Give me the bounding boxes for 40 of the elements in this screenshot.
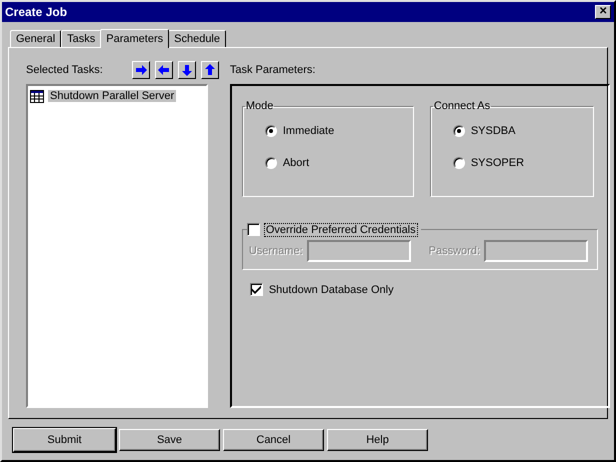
radio-option[interactable]: Immediate — [264, 124, 413, 138]
arrow-button[interactable] — [200, 61, 219, 79]
radio-option[interactable]: SYSDBA — [452, 124, 593, 138]
task-icon — [30, 90, 44, 102]
username-label: Username: — [248, 245, 303, 257]
list-item[interactable]: Shutdown Parallel Server — [48, 90, 176, 102]
radio-button[interactable] — [452, 157, 465, 169]
checkbox-label[interactable]: Override Preferred Credentials — [264, 224, 417, 236]
group-title: Connect As — [432, 100, 492, 112]
checkbox[interactable] — [246, 223, 260, 236]
password-label: Password: — [428, 245, 480, 257]
radio-button[interactable] — [264, 157, 277, 169]
radio-label: Abort — [282, 157, 310, 169]
dialog-button[interactable]: Save — [119, 429, 220, 451]
dialog-button[interactable]: Help — [327, 429, 428, 451]
checkbox[interactable] — [250, 283, 263, 296]
group-title: Mode — [244, 100, 274, 112]
radio-label: Immediate — [282, 125, 334, 137]
radio-option[interactable]: SYSOPER — [452, 156, 593, 170]
radio-option[interactable]: Abort — [264, 156, 413, 170]
radio-label: SYSDBA — [470, 125, 516, 137]
section-label: Task Parameters: — [230, 64, 316, 76]
tab[interactable]: Parameters — [100, 29, 170, 48]
list-label: Selected Tasks: — [26, 64, 103, 76]
window-title: Create Job — [5, 5, 68, 19]
arrow-button[interactable] — [132, 61, 150, 79]
radio-button[interactable] — [264, 125, 277, 137]
radio-label: SYSOPER — [470, 157, 524, 169]
task-list[interactable]: Shutdown Parallel Server — [26, 84, 208, 408]
tab[interactable]: Tasks — [61, 30, 102, 47]
arrow-button[interactable] — [178, 61, 196, 79]
arrow-button[interactable] — [154, 61, 173, 79]
tab[interactable]: General — [10, 30, 62, 47]
dialog-button[interactable]: Cancel — [223, 429, 324, 451]
checkbox-label[interactable]: Shutdown Database Only — [268, 284, 394, 296]
check-icon — [252, 285, 261, 294]
dialog-button[interactable]: Submit — [13, 428, 116, 452]
close-button[interactable]: ✕ — [595, 5, 611, 19]
radio-button[interactable] — [452, 125, 465, 137]
tab[interactable]: Schedule — [168, 30, 226, 47]
